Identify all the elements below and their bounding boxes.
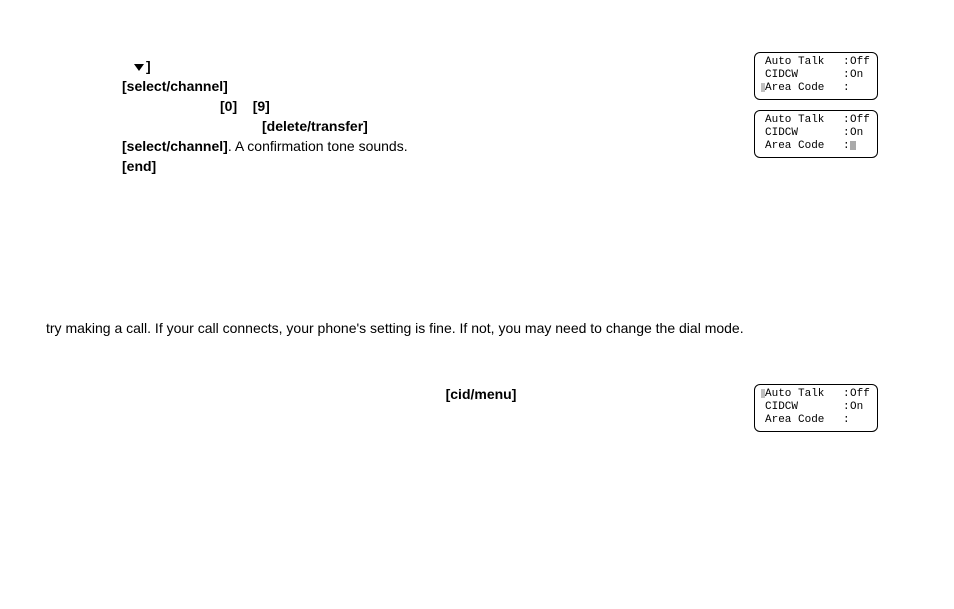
lcd2-row-auto-talk: Auto Talk : Off — [760, 114, 872, 127]
down-arrow-icon — [134, 64, 144, 71]
lcd1-auto-talk-value: Off — [850, 56, 872, 69]
cursor-block-icon — [850, 141, 856, 150]
lcd2-area-code-value — [850, 140, 872, 153]
nine-key: [9] — [253, 98, 270, 114]
lcd-colon: : — [843, 82, 850, 95]
lcd3-area-code-label: Area Code — [765, 414, 843, 427]
lcd3-cidcw-label: CIDCW — [765, 401, 843, 414]
lcd3-auto-talk-value: Off — [850, 388, 872, 401]
lcd-colon: : — [843, 388, 850, 401]
digits-line: [0] [9] — [122, 96, 682, 116]
instruction-block-1: ] [select/channel] [0] [9] [delete/trans… — [122, 56, 682, 176]
lcd2-row-cidcw: CIDCW : On — [760, 127, 872, 140]
lcd1-auto-talk-label: Auto Talk — [765, 56, 843, 69]
delete-transfer-label: [delete/transfer] — [122, 116, 682, 136]
lcd-colon: : — [843, 114, 850, 127]
zero-key: [0] — [220, 98, 237, 114]
lcd-colon: : — [843, 401, 850, 414]
lcd-display-2: Auto Talk : Off CIDCW : On Area Code : — [754, 110, 878, 158]
lcd1-cidcw-label: CIDCW — [765, 69, 843, 82]
lcd1-row-auto-talk: Auto Talk : Off — [760, 56, 872, 69]
lcd3-row-cidcw: CIDCW : On — [760, 401, 872, 414]
confirmation-line: [select/channel]. A confirmation tone so… — [122, 136, 682, 156]
lcd2-area-code-label: Area Code — [765, 140, 843, 153]
lcd-colon: : — [843, 56, 850, 69]
lcd3-auto-talk-label: Auto Talk — [765, 388, 843, 401]
lcd-colon: : — [843, 127, 850, 140]
dial-mode-text: try making a call. If your call connects… — [46, 320, 744, 336]
lcd1-row-cidcw: CIDCW : On — [760, 69, 872, 82]
arrow-close-bracket: ] — [146, 58, 151, 74]
lcd3-area-code-value — [850, 414, 872, 427]
lcd-colon: : — [843, 69, 850, 82]
lcd2-auto-talk-label: Auto Talk — [765, 114, 843, 127]
lcd2-auto-talk-value: Off — [850, 114, 872, 127]
lcd2-cidcw-label: CIDCW — [765, 127, 843, 140]
select-channel-label: [select/channel] — [122, 76, 682, 96]
confirmation-tail: . A confirmation tone sounds. — [228, 138, 408, 154]
lcd1-row-area-code: Area Code : — [760, 82, 872, 95]
end-label: [end] — [122, 156, 682, 176]
lcd-display-1: Auto Talk : Off CIDCW : On Area Code : — [754, 52, 878, 100]
lcd1-area-code-value — [850, 82, 872, 95]
lcd1-area-code-label: Area Code — [765, 82, 843, 95]
line-arrow: ] — [122, 56, 682, 76]
lcd2-cidcw-value: On — [850, 127, 872, 140]
lcd-colon: : — [843, 414, 850, 427]
lcd1-cidcw-value: On — [850, 69, 872, 82]
lcd2-row-area-code: Area Code : — [760, 140, 872, 153]
lcd-colon: : — [843, 140, 850, 153]
lcd3-row-auto-talk: Auto Talk : Off — [760, 388, 872, 401]
lcd3-row-area-code: Area Code : — [760, 414, 872, 427]
instruction-block-2: try making a call. If your call connects… — [46, 318, 916, 338]
lcd-display-3: Auto Talk : Off CIDCW : On Area Code : — [754, 384, 878, 432]
lcd3-cidcw-value: On — [850, 401, 872, 414]
select-channel-label-2: [select/channel] — [122, 138, 228, 154]
